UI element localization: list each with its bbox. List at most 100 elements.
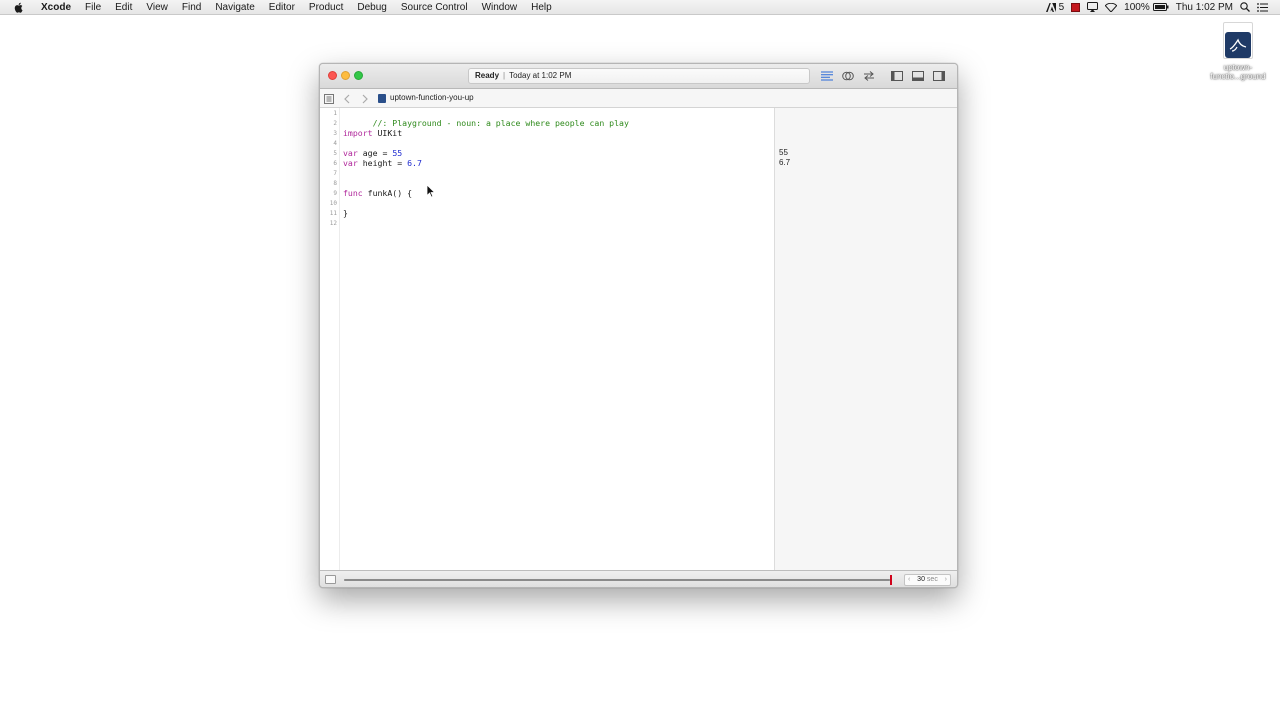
code-line-11: } <box>343 208 348 218</box>
code-keyword: func <box>343 188 363 198</box>
window-close-button[interactable] <box>328 71 337 80</box>
line-number: 8 <box>333 180 337 187</box>
desktop-file-label: uptown-functio...ground <box>1210 63 1266 81</box>
playground-file-icon <box>378 93 386 103</box>
timeline-bar: ‹ 30 sec › <box>320 570 957 587</box>
forward-chevron-icon[interactable] <box>359 93 370 104</box>
decrease-duration-icon[interactable]: ‹ <box>908 575 910 585</box>
activity-separator: | <box>503 71 506 80</box>
code-line-9: func funkA() { <box>343 188 412 198</box>
menu-editor[interactable]: Editor <box>262 0 302 15</box>
apple-menu-icon[interactable] <box>12 0 26 14</box>
code-keyword: import <box>343 128 373 138</box>
toggle-debug-area-button[interactable] <box>909 69 927 83</box>
code-text: UIKit <box>372 128 403 138</box>
line-number: 5 <box>333 150 337 157</box>
result-height[interactable]: 6.7 <box>779 158 790 168</box>
line-number: 10 <box>329 200 337 207</box>
battery-status[interactable]: 100% <box>1124 2 1169 13</box>
line-number: 1 <box>333 110 337 117</box>
playground-document-icon <box>1223 22 1253 59</box>
show-debug-area-button[interactable] <box>325 575 336 584</box>
toggle-utilities-button[interactable] <box>930 69 948 83</box>
timeline-scrubber-handle[interactable] <box>890 575 892 585</box>
line-number: 3 <box>333 130 337 137</box>
navigator-panel-icon <box>891 71 903 81</box>
line-number: 12 <box>329 220 337 227</box>
window-toolbar: Ready | Today at 1:02 PM <box>320 64 957 89</box>
breadcrumb-file-name: uptown-function-you-up <box>390 93 474 102</box>
line-number: 7 <box>333 170 337 177</box>
assistant-editor-button[interactable] <box>839 69 857 83</box>
jump-bar: uptown-function-you-up <box>320 89 957 108</box>
playground-window: Ready | Today at 1:02 PM uptown-function… <box>319 63 958 588</box>
menu-debug[interactable]: Debug <box>350 0 393 15</box>
code-line-6: var height = 6.7 <box>343 158 422 168</box>
code-text: funkA() { <box>362 188 413 198</box>
standard-editor-icon <box>821 71 833 81</box>
wifi-icon[interactable] <box>1105 2 1118 12</box>
menu-edit[interactable]: Edit <box>108 0 139 15</box>
menu-app-xcode[interactable]: Xcode <box>34 0 78 15</box>
debug-area-panel-icon <box>912 71 924 81</box>
code-comment: //: Playground - noun: a place where peo… <box>372 118 629 128</box>
window-minimize-button[interactable] <box>341 71 350 80</box>
code-line-5: var age = 55 <box>343 148 402 158</box>
spotlight-search-icon[interactable] <box>1240 2 1250 12</box>
code-line-1: //: Playground - noun: a place where peo… <box>343 108 629 128</box>
activity-timestamp: Today at 1:02 PM <box>509 71 572 80</box>
activity-status: Ready <box>475 71 500 80</box>
timeline-slider[interactable] <box>344 575 892 585</box>
increase-duration-icon[interactable]: › <box>945 575 947 585</box>
menu-product[interactable]: Product <box>302 0 350 15</box>
adobe-icon <box>1045 2 1056 12</box>
menu-window[interactable]: Window <box>475 0 525 15</box>
breadcrumb[interactable]: uptown-function-you-up <box>378 92 474 104</box>
battery-icon <box>1152 3 1169 11</box>
notification-center-icon[interactable] <box>1257 2 1268 12</box>
menu-view[interactable]: View <box>139 0 175 15</box>
line-number: 4 <box>333 140 337 147</box>
menu-navigate[interactable]: Navigate <box>208 0 261 15</box>
timeline-duration: 30 sec <box>917 576 938 583</box>
activity-viewer: Ready | Today at 1:02 PM <box>468 68 810 84</box>
airplay-icon[interactable] <box>1087 2 1099 12</box>
back-chevron-icon[interactable] <box>341 93 352 104</box>
timeline-duration-stepper[interactable]: ‹ 30 sec › <box>904 574 951 586</box>
code-keyword: var <box>343 148 358 158</box>
standard-editor-button[interactable] <box>818 69 836 83</box>
code-text: age = <box>357 148 393 158</box>
result-age[interactable]: 55 <box>779 148 788 158</box>
window-zoom-button[interactable] <box>354 71 363 80</box>
battery-percentage: 100% <box>1124 1 1150 13</box>
related-items-icon[interactable] <box>323 93 334 104</box>
code-line-3: import UIKit <box>343 128 402 138</box>
record-status-icon[interactable] <box>1071 2 1081 12</box>
code-number: 6.7 <box>407 158 422 168</box>
menu-source-control[interactable]: Source Control <box>394 0 475 15</box>
desktop-playground-file[interactable]: uptown-functio...ground <box>1200 22 1276 97</box>
line-number: 9 <box>333 190 337 197</box>
version-editor-icon <box>864 71 874 81</box>
code-number: 55 <box>392 148 403 158</box>
line-number: 11 <box>329 210 337 217</box>
menu-find[interactable]: Find <box>175 0 208 15</box>
line-number-gutter: 1 2 3 4 5 6 7 8 9 10 11 12 <box>320 108 340 570</box>
timeline-slider-fill <box>344 579 890 581</box>
menu-clock[interactable]: Thu 1:02 PM <box>1176 2 1233 13</box>
adobe-status-item[interactable]: 5 <box>1045 2 1064 13</box>
line-number: 6 <box>333 160 337 167</box>
menu-file[interactable]: File <box>78 0 108 15</box>
code-keyword: var <box>343 158 358 168</box>
toggle-navigator-button[interactable] <box>888 69 906 83</box>
assistant-editor-icon <box>842 71 854 81</box>
results-sidebar: 55 6.7 <box>774 108 957 570</box>
version-editor-button[interactable] <box>860 69 878 83</box>
menu-help[interactable]: Help <box>524 0 559 15</box>
code-text: } <box>343 208 348 218</box>
menu-bar: Xcode File Edit View Find Navigate Edito… <box>0 0 1280 15</box>
mouse-pointer-icon <box>426 184 436 198</box>
utilities-panel-icon <box>933 71 945 81</box>
code-text: height = <box>357 158 408 168</box>
source-editor[interactable]: 1 2 3 4 5 6 7 8 9 10 11 12 //: Playgroun… <box>320 108 774 570</box>
